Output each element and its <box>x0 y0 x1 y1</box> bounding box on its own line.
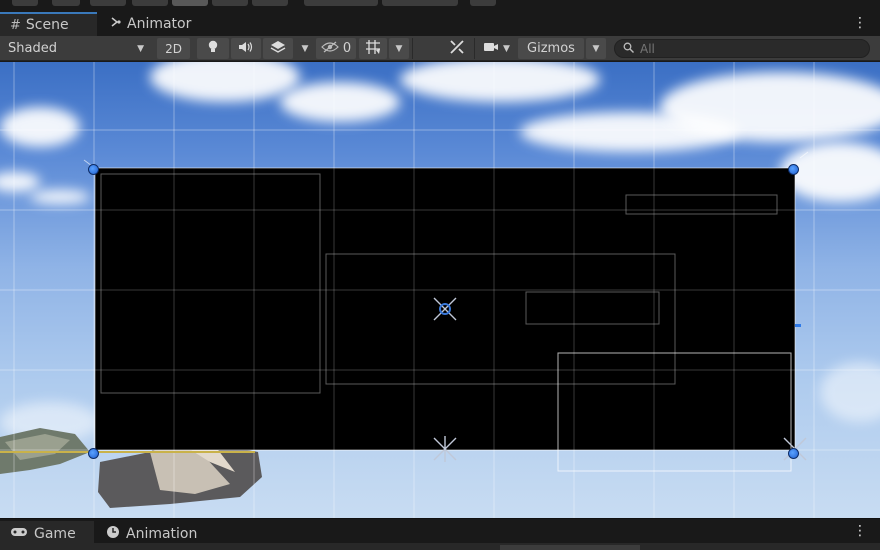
grid-snap-icon <box>365 39 381 59</box>
shading-mode-dropdown[interactable]: Shaded ▼ <box>2 38 150 59</box>
toolbar-button[interactable] <box>212 0 248 6</box>
toolbar-button[interactable] <box>52 0 80 6</box>
more-options-icon[interactable]: ⋮ <box>853 15 867 31</box>
sky-cloud <box>0 107 80 147</box>
shading-mode-value: Shaded <box>8 41 57 56</box>
clock-icon <box>106 525 120 543</box>
sky-cloud <box>820 362 880 422</box>
sky-cloud <box>150 62 300 102</box>
rect-corner-handle[interactable] <box>788 164 799 175</box>
toolbar-button[interactable] <box>12 0 38 6</box>
effects-toggle-button[interactable] <box>263 38 293 59</box>
tab-label: Game <box>34 526 76 542</box>
rect-corner-handle[interactable] <box>788 448 799 459</box>
chevron-down-icon: ▼ <box>503 43 510 54</box>
toggle-2d-label: 2D <box>165 41 182 56</box>
hidden-count: 0 <box>342 41 352 56</box>
audio-toggle-button[interactable] <box>231 38 261 59</box>
gizmos-button[interactable]: Gizmos <box>518 38 584 59</box>
rect-corner-handle[interactable] <box>88 448 99 459</box>
search-icon <box>623 42 634 56</box>
scene-viewport[interactable] <box>0 62 880 518</box>
toolbar-button[interactable] <box>382 0 458 6</box>
gizmos-dropdown[interactable]: ▼ <box>586 38 606 59</box>
toolbar-button[interactable] <box>90 0 126 6</box>
camera-dropdown[interactable]: ▼ <box>474 38 518 59</box>
hidden-objects-toggle[interactable]: 0 <box>316 38 356 59</box>
lightbulb-icon <box>207 40 219 58</box>
tab-scene[interactable]: # Scene <box>0 12 97 36</box>
search-input[interactable] <box>640 41 840 56</box>
panel-scroll-handle[interactable] <box>500 545 640 550</box>
chevron-down-icon: ▼ <box>395 43 403 54</box>
sky-cloud <box>30 190 90 204</box>
chevron-down-icon: ▼ <box>592 43 600 54</box>
animator-icon <box>110 16 122 32</box>
tools-button[interactable] <box>443 38 471 59</box>
sky-cloud <box>0 172 40 192</box>
tab-label: Animation <box>126 526 198 542</box>
scene-toolbar: Shaded ▼ 2D ▼ 0 ▼ ▼ Gizmos ▼ All <box>0 36 880 61</box>
chevron-down-icon: ▼ <box>301 43 309 54</box>
chevron-down-icon: ▼ <box>137 43 144 54</box>
grid-dropdown[interactable]: ▼ <box>389 38 409 59</box>
main-toolbar-strip <box>0 0 880 12</box>
ui-canvas-rect[interactable] <box>95 168 795 450</box>
hash-icon: # <box>10 17 21 33</box>
toggle-2d-button[interactable]: 2D <box>157 38 190 59</box>
toolbar-button[interactable] <box>304 0 378 6</box>
scene-search[interactable] <box>614 39 870 58</box>
wrench-icon <box>449 39 465 59</box>
toolbar-button[interactable] <box>132 0 168 6</box>
toolbar-button[interactable] <box>172 0 208 6</box>
layers-icon <box>270 40 286 58</box>
rect-corner-handle[interactable] <box>88 164 99 175</box>
camera-icon <box>483 41 499 57</box>
speaker-icon <box>238 41 254 57</box>
more-options-icon[interactable]: ⋮ <box>853 523 867 539</box>
gamepad-icon <box>10 526 28 542</box>
toolbar-button[interactable] <box>470 0 496 6</box>
lighting-toggle-button[interactable] <box>197 38 229 59</box>
grid-toggle-button[interactable] <box>359 38 387 59</box>
eye-slash-icon <box>321 41 339 57</box>
tab-label: Scene <box>25 17 69 33</box>
toolbar-separator <box>412 38 440 59</box>
bottom-panel-strip <box>0 543 880 550</box>
sky-cloud <box>400 62 600 102</box>
editor-tab-bar: # Scene Animator ⋮ <box>0 12 880 36</box>
effects-dropdown[interactable]: ▼ <box>295 38 315 59</box>
sky-cloud <box>280 82 400 122</box>
tab-label: Animator <box>127 16 192 32</box>
toolbar-button[interactable] <box>252 0 288 6</box>
tab-animator[interactable]: Animator <box>100 12 201 36</box>
gizmos-label: Gizmos <box>527 41 575 56</box>
